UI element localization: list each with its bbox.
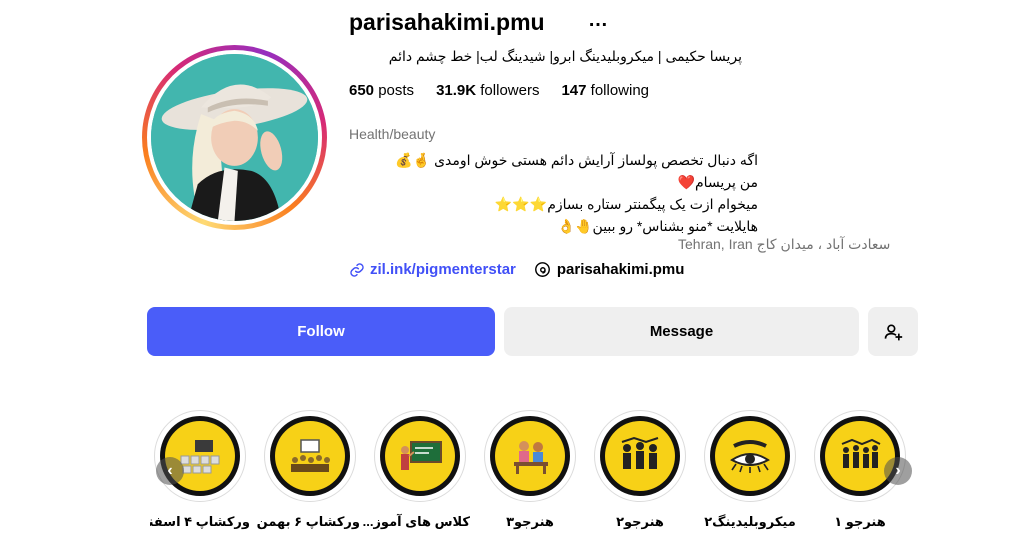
bio-line: من پریسام❤️ — [677, 174, 758, 190]
chevron-right-icon: › — [895, 462, 901, 479]
highlight-label: هنرجو۳ — [506, 514, 554, 529]
highlight-frame — [820, 416, 900, 496]
highlight-label: هنرجو۲ — [616, 514, 664, 529]
threads-icon — [534, 262, 550, 277]
external-link[interactable]: zil.ink/pigmenterstar — [349, 261, 516, 278]
avatar-image — [151, 54, 318, 221]
avatar — [151, 54, 318, 221]
graduates-icon — [841, 438, 881, 468]
followers-label: followers — [480, 82, 540, 99]
highlight-cover — [275, 421, 345, 491]
eye-lash-icon — [730, 440, 770, 473]
highlight-ring — [594, 410, 686, 502]
following-stat[interactable]: 147 following — [561, 82, 649, 99]
student-desk-icon — [514, 441, 548, 474]
posts-stat: 650 posts — [349, 82, 414, 99]
highlight-ring — [484, 410, 576, 502]
threads-handle: parisahakimi.pmu — [556, 261, 685, 278]
avatar-frame — [147, 50, 322, 225]
threads-link[interactable]: parisahakimi.pmu — [534, 261, 685, 278]
suggested-users-button[interactable] — [868, 307, 918, 356]
link-icon — [350, 262, 364, 277]
followers-count: 31.9K — [436, 82, 477, 99]
highlight-cover — [385, 421, 455, 491]
profile-links: zil.ink/pigmenterstar parisahakimi.pmu — [349, 261, 684, 278]
highlight-label: ورکشاپ ۴ اسفند — [150, 514, 250, 529]
highlight-frame — [270, 416, 350, 496]
profile-avatar-ring[interactable] — [142, 45, 327, 230]
profile-stats: 650 posts 31.9K followers 147 following — [349, 82, 649, 99]
highlight-frame — [710, 416, 790, 496]
highlight-cover — [605, 421, 675, 491]
highlight-cover — [715, 421, 785, 491]
classroom-board-icon — [401, 441, 442, 470]
highlight-ring — [264, 410, 356, 502]
highlight-item[interactable]: هنرجو۲ — [590, 410, 690, 530]
bio-line: اگه دنبال تخصص پولساز آرایش دائم هستی خو… — [395, 152, 758, 168]
highlight-ring — [154, 410, 246, 502]
highlights-prev-button[interactable]: ‹ — [156, 457, 184, 485]
profile-username: parisahakimi.pmu — [349, 9, 545, 35]
profile-full-name: پریسا حکیمی | میکروبلیدینگ ابرو| شیدینگ … — [388, 48, 742, 64]
bio-line: هایلایت *منو بشناس* رو ببین🤚👌 — [557, 218, 758, 234]
highlight-label: میکروبلیدینگ۲ — [704, 514, 796, 529]
profile-location[interactable]: Tehran, Iran سعادت آباد ، میدان کاج — [678, 236, 890, 253]
add-user-icon — [884, 324, 903, 340]
story-highlights: هنرجو ۱ میکروبلیدینگ۲ هنرجو۲ هنرجو۳ کلاس… — [150, 410, 915, 550]
following-label: following — [590, 82, 650, 99]
highlight-item[interactable]: ورکشاپ ۶ بهمن — [256, 410, 360, 530]
highlight-cover — [825, 421, 895, 491]
following-count: 147 — [561, 82, 587, 99]
more-options-icon[interactable]: … — [588, 9, 609, 32]
profile-bio: اگه دنبال تخصص پولساز آرایش دائم هستی خو… — [340, 149, 758, 237]
posts-count: 650 — [349, 82, 375, 99]
highlight-ring — [814, 410, 906, 502]
highlight-item[interactable]: کلاس های آموز... — [362, 410, 470, 530]
highlight-item[interactable]: میکروبلیدینگ۲ — [700, 410, 800, 530]
posts-label: posts — [378, 82, 415, 99]
highlight-cover — [495, 421, 565, 491]
highlight-label: هنرجو ۱ — [834, 514, 886, 529]
chevron-left-icon: ‹ — [167, 462, 173, 479]
message-button[interactable]: Message — [504, 307, 859, 356]
followers-stat[interactable]: 31.9K followers — [436, 82, 539, 99]
highlight-item[interactable]: هنرجو۳ — [480, 410, 580, 530]
profile-category: Health/beauty — [349, 126, 436, 142]
external-link-text: zil.ink/pigmenterstar — [370, 261, 516, 278]
highlight-ring — [374, 410, 466, 502]
highlights-next-button[interactable]: › — [884, 457, 912, 485]
highlight-label: کلاس های آموز... — [362, 514, 470, 529]
highlight-frame — [490, 416, 570, 496]
highlight-frame — [600, 416, 680, 496]
highlight-label: ورکشاپ ۶ بهمن — [256, 514, 360, 529]
workshop-icon — [291, 439, 330, 472]
bio-line: میخوام ازت یک پیگمنتر ستاره بسازم⭐️⭐️⭐️ — [494, 196, 758, 212]
highlight-frame — [380, 416, 460, 496]
students-group-icon — [621, 436, 659, 469]
highlight-ring — [704, 410, 796, 502]
follow-button[interactable]: Follow — [147, 307, 495, 356]
